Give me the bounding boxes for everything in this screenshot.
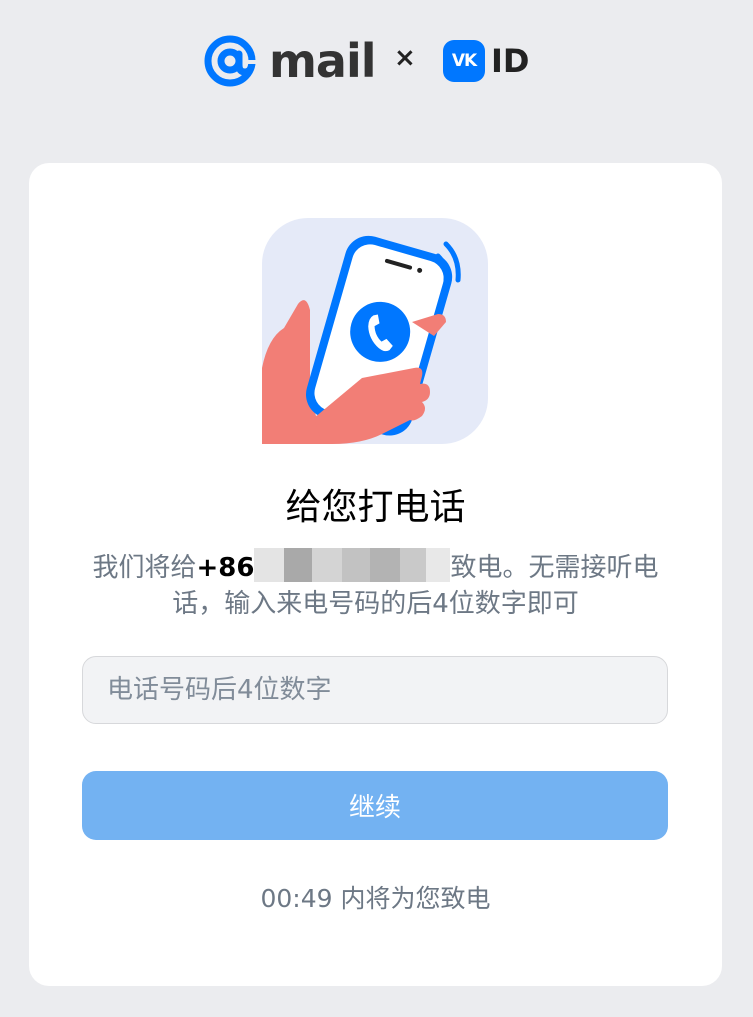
header: mail × VK ID [0,0,753,120]
continue-button[interactable]: 继续 [82,771,668,840]
brand-separator: × [394,43,416,73]
mail-logo: mail [203,34,377,88]
country-code: +86 [196,553,255,583]
call-countdown: 00:49 内将为您致电 [260,884,491,913]
page-title: 给您打电话 [285,487,466,528]
desc-prefix: 我们将给 [92,553,197,583]
mail-brand-text: mail [269,34,377,88]
mail-at-icon [204,35,257,87]
verification-card: 给您打电话 我们将给+86致电。无需接听电话，输入来电号码的后4位数字即可 继续… [29,163,722,986]
masked-phone-number [254,548,451,582]
vk-id-logo: VK ID [443,40,529,82]
call-description: 我们将给+86 致电。无需接听电话，输入来电号码的后4位数字即可 [69,548,682,622]
vk-id-text: ID [491,42,530,80]
vk-logo-icon: VK [443,40,485,82]
phone-call-illustration [262,218,488,444]
last-four-digits-input[interactable] [82,656,668,724]
